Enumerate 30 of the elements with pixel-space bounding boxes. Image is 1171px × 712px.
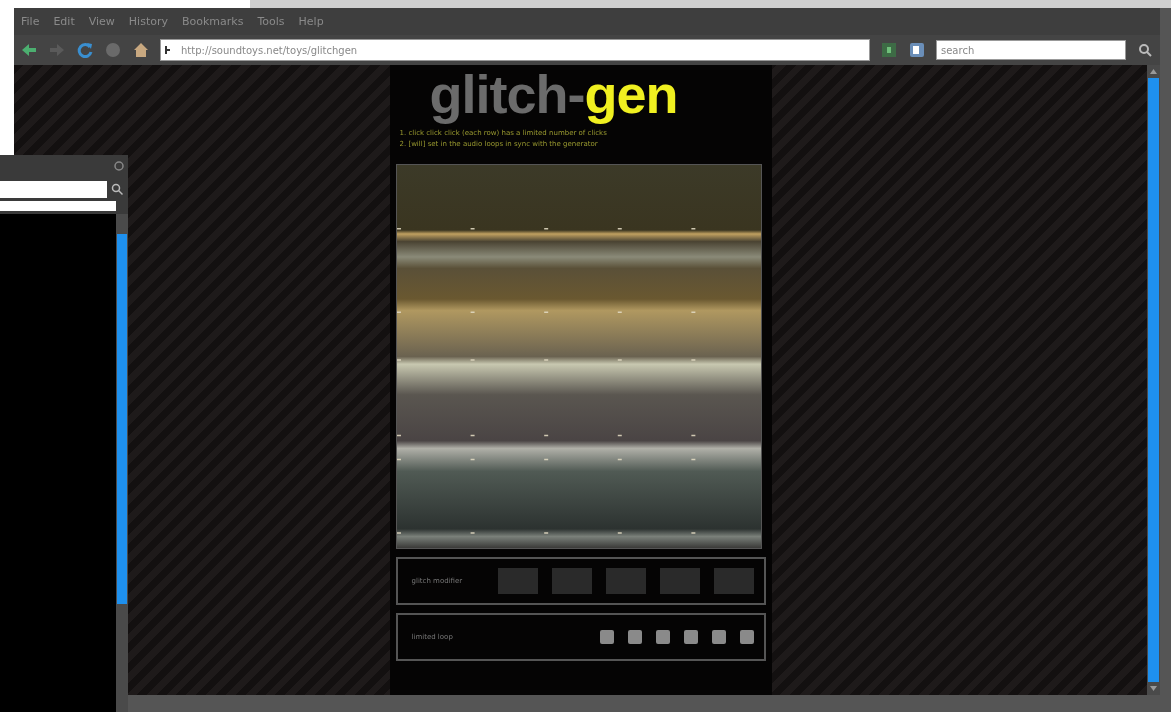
menu-item[interactable]: Tools [256,15,286,28]
menu-item[interactable]: File [20,15,41,28]
menu-item[interactable]: History [127,15,169,28]
search-engine-icon[interactable] [908,41,926,59]
scrollbar[interactable] [1147,65,1160,695]
go-icon[interactable] [880,41,898,59]
search-field[interactable]: search [936,40,1126,60]
back-icon[interactable] [20,41,38,59]
loop-button[interactable] [739,630,754,644]
menu-item[interactable]: Bookmarks [181,15,245,28]
home-icon[interactable] [132,41,150,59]
search-icon[interactable] [1136,41,1154,59]
menu-item[interactable]: Help [297,15,325,28]
url-text: http://soundtoys.net/toys/glitchgen [181,44,358,56]
search-icon[interactable] [110,182,124,196]
loop-button[interactable] [627,630,642,644]
menu-item[interactable]: Edit [52,15,76,28]
loop-button[interactable] [599,630,614,644]
loop-button[interactable] [683,630,698,644]
menu-item[interactable]: View [87,15,116,28]
address-bar[interactable]: http://soundtoys.net/toys/glitchgen [160,39,870,61]
reload-icon[interactable] [76,41,94,59]
scroll-up-icon[interactable] [1149,67,1158,76]
loop-button[interactable] [655,630,670,644]
scrollbar[interactable] [116,214,128,712]
search-field[interactable] [0,180,107,198]
stop-icon[interactable] [104,41,122,59]
scroll-down-icon[interactable] [1149,684,1158,693]
loop-button[interactable] [711,630,726,644]
window-control-icon[interactable] [114,161,124,171]
